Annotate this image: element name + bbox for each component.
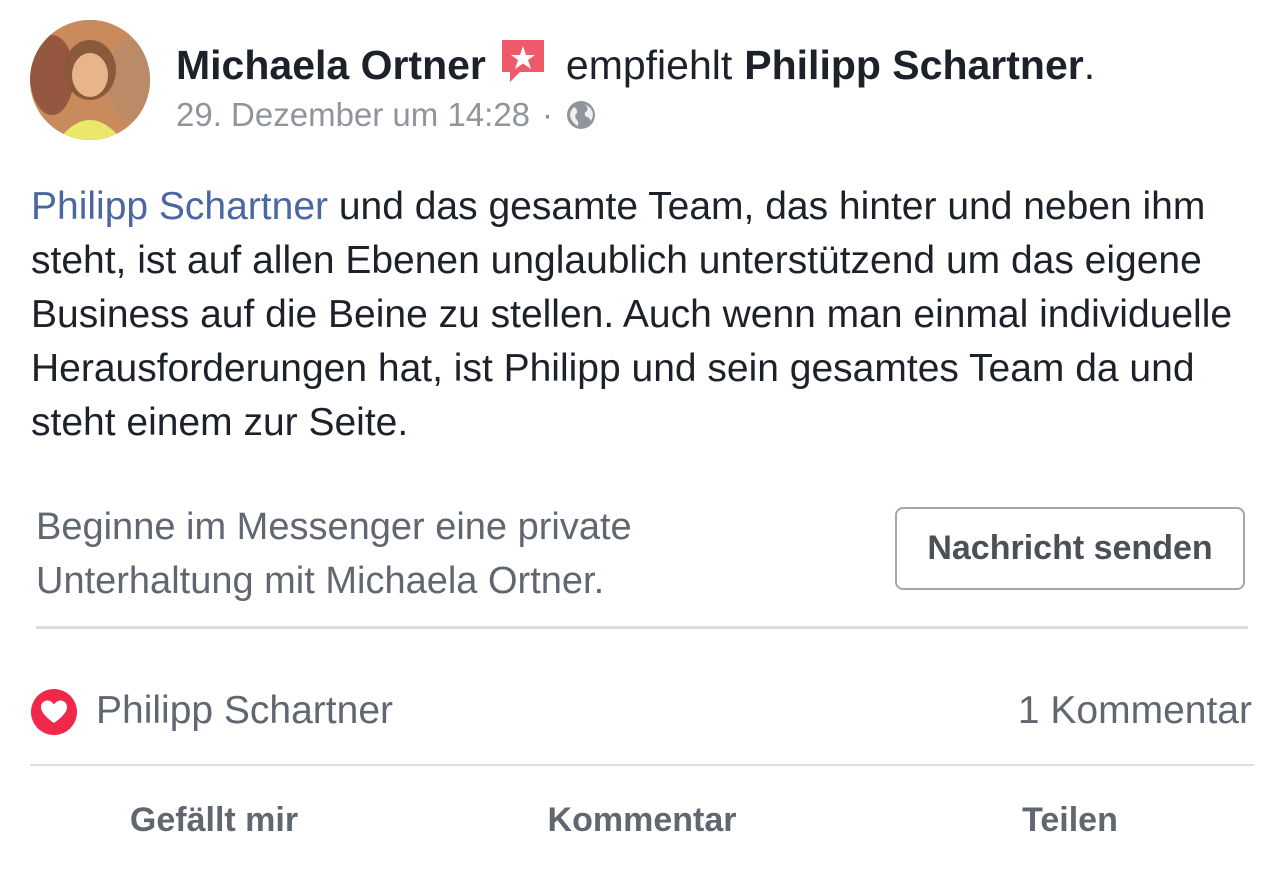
post-meta: 29. Dezember um 14:28 ·: [176, 94, 597, 136]
like-button[interactable]: Gefällt mir: [64, 790, 364, 850]
action-bar: Gefällt mir Kommentar Teilen: [0, 790, 1284, 850]
post-timestamp[interactable]: 29. Dezember um 14:28: [176, 96, 530, 134]
mention-link[interactable]: Philipp Schartner: [31, 185, 328, 228]
avatar[interactable]: [30, 20, 150, 140]
post-body: Philipp Schartner und das gesamte Team, …: [31, 180, 1271, 450]
heart-icon[interactable]: [30, 688, 78, 736]
meta-separator: ·: [542, 96, 554, 133]
post-header: Michaela Ortner empfiehlt Philipp Schart…: [176, 38, 1095, 92]
avatar-photo: [30, 20, 150, 140]
recommendation-star-icon: [498, 36, 548, 86]
divider: [30, 764, 1254, 766]
send-message-button[interactable]: Nachricht senden: [895, 507, 1245, 590]
header-period: .: [1083, 42, 1096, 88]
divider: [36, 626, 1248, 629]
action-verb: empfiehlt: [565, 42, 733, 88]
reactor-name[interactable]: Philipp Schartner: [96, 684, 393, 738]
globe-icon: [565, 99, 597, 131]
comment-button[interactable]: Kommentar: [492, 790, 792, 850]
messenger-prompt: Beginne im Messenger eine private Unterh…: [36, 506, 632, 602]
author-name[interactable]: Michaela Ortner: [176, 38, 486, 92]
recommended-page-name[interactable]: Philipp Schartner: [744, 38, 1083, 92]
share-button[interactable]: Teilen: [920, 790, 1220, 850]
recommendation-post: Michaela Ortner empfiehlt Philipp Schart…: [0, 0, 1284, 870]
comment-count[interactable]: 1 Kommentar: [1018, 684, 1252, 738]
